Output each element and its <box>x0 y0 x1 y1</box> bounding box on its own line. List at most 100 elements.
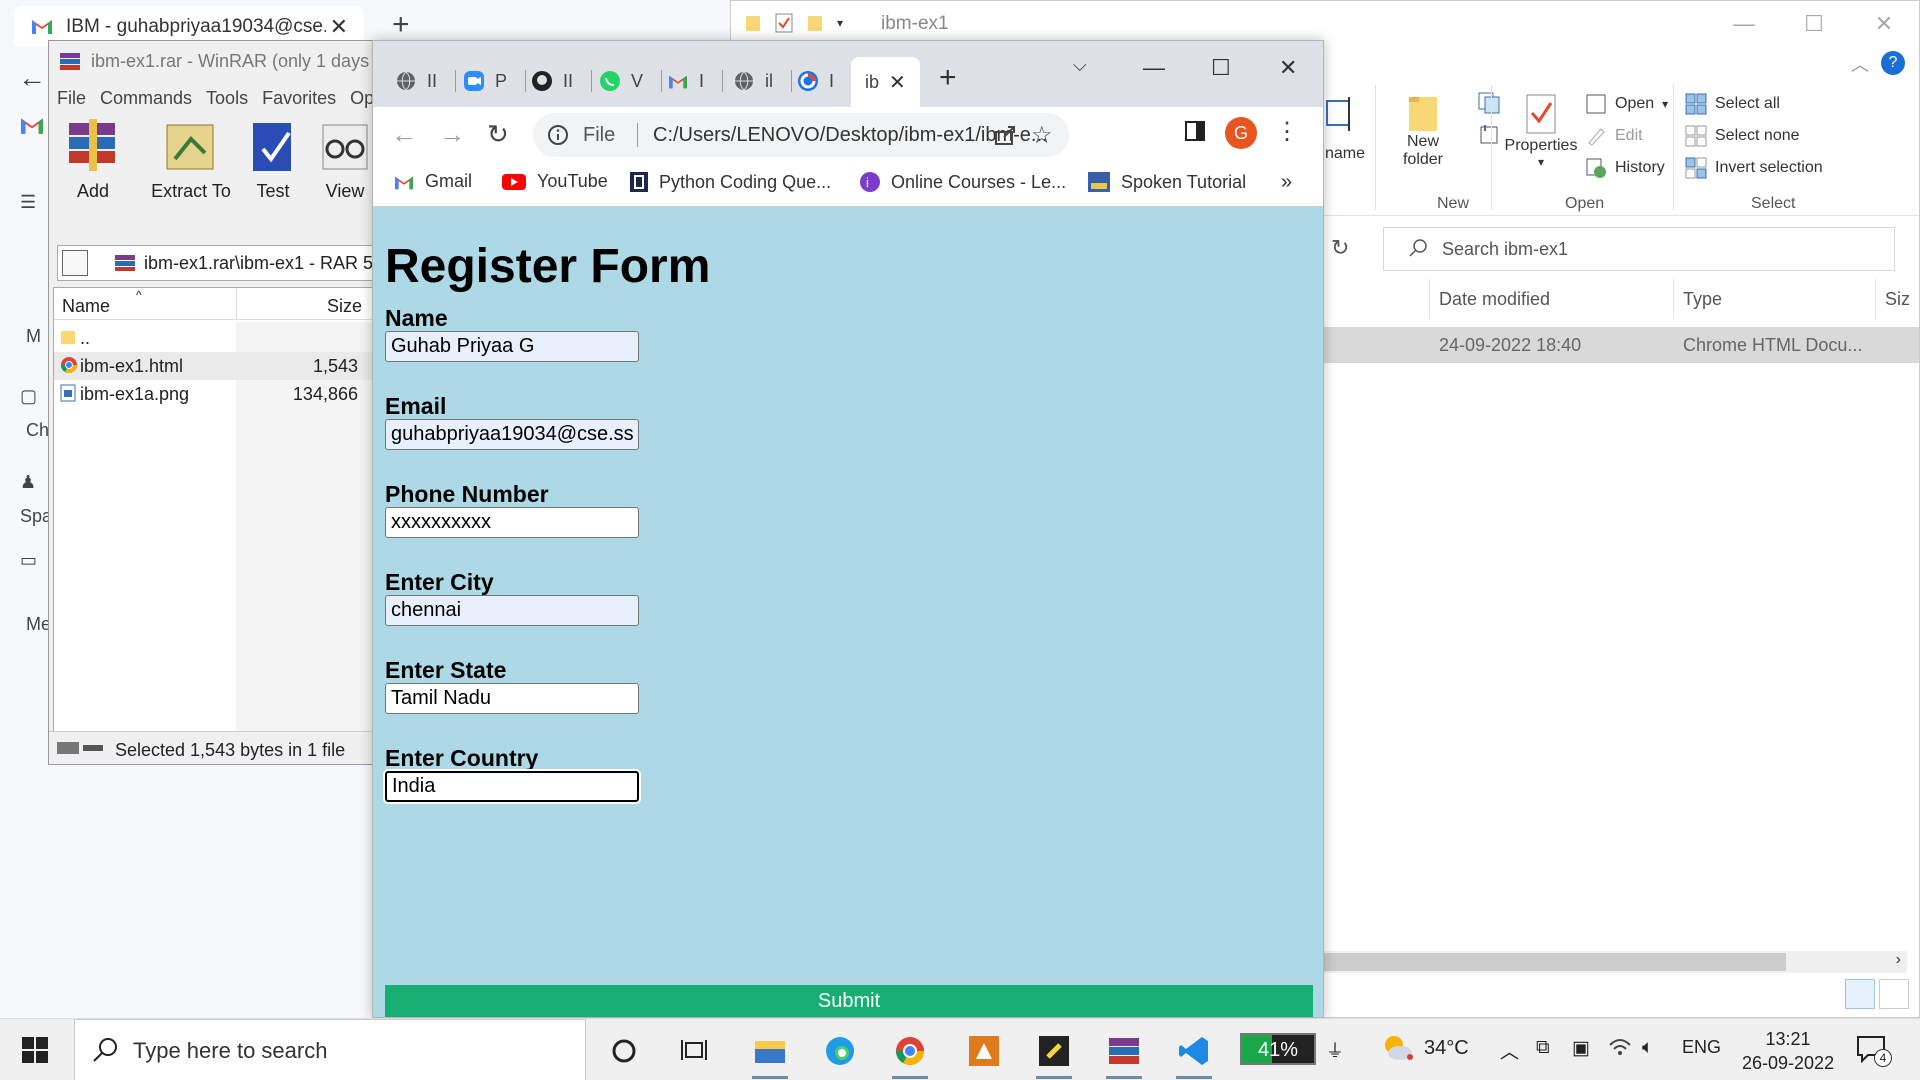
properties-quick-icon[interactable] <box>775 13 793 33</box>
bookmark-star-icon[interactable]: ☆ <box>1031 121 1053 150</box>
name-column-header[interactable]: Name <box>62 296 110 317</box>
tab-search-chevron-icon[interactable]: ⌵ <box>1073 55 1087 76</box>
display-icon[interactable]: ▣ <box>1572 1037 1590 1060</box>
tab-6[interactable]: il <box>733 63 792 99</box>
forward-arrow-icon[interactable]: → <box>439 119 465 150</box>
share-icon[interactable] <box>993 123 1017 147</box>
tab-2[interactable]: P <box>463 63 527 99</box>
meet-now-icon[interactable]: ⧉ <box>1536 1037 1550 1059</box>
maximize-icon[interactable]: ☐ <box>1779 1 1849 47</box>
sticky-notes-taskbar-icon[interactable] <box>1034 1031 1074 1079</box>
country-field[interactable] <box>383 769 641 804</box>
date-modified-header[interactable]: Date modified <box>1439 289 1550 310</box>
bookmark-online-courses[interactable]: i Online Courses - Le... <box>859 171 1066 193</box>
menu-file[interactable]: File <box>57 88 86 109</box>
minimize-icon[interactable]: — <box>1709 1 1779 47</box>
city-field[interactable] <box>385 595 639 626</box>
menu-tools[interactable]: Tools <box>206 88 248 109</box>
extract-to-button[interactable]: Extract To <box>141 119 241 202</box>
chevron-up-icon[interactable]: ︿ <box>1500 1037 1519 1064</box>
size-header[interactable]: Siz <box>1885 289 1910 310</box>
profile-avatar[interactable]: G <box>1225 117 1257 149</box>
maximize-icon[interactable]: ☐ <box>1211 55 1231 81</box>
type-header[interactable]: Type <box>1683 289 1722 310</box>
chrome-taskbar-icon[interactable] <box>890 1031 930 1079</box>
size-column-header[interactable]: Size <box>327 296 362 317</box>
submit-button[interactable]: Submit <box>385 985 1313 1017</box>
state-field[interactable] <box>385 683 639 714</box>
more-bookmarks-icon[interactable]: » <box>1281 171 1292 194</box>
winrar-path-bar[interactable]: ibm-ex1.rar\ibm-ex1 - RAR 5.0 <box>57 245 377 281</box>
open-dropdown-icon[interactable]: ▾ <box>1662 97 1668 111</box>
refresh-icon[interactable]: ↻ <box>1331 235 1349 261</box>
list-item[interactable]: .. <box>54 324 376 352</box>
new-folder-quick-icon[interactable] <box>807 13 823 33</box>
meet-icon[interactable]: ▭ <box>20 550 37 571</box>
large-icons-view-icon[interactable] <box>1879 979 1909 1009</box>
bookmark-spoken-tutorial[interactable]: Spoken Tutorial <box>1087 171 1246 193</box>
open-button[interactable]: Open ▾ <box>1585 93 1668 115</box>
tab-4[interactable]: V <box>599 63 663 99</box>
close-icon[interactable]: ✕ <box>1849 1 1919 47</box>
add-button[interactable]: Add <box>53 119 133 202</box>
windows-start-icon[interactable] <box>22 1037 48 1063</box>
side-panel-icon[interactable] <box>1183 119 1207 143</box>
rename-icon[interactable] <box>1325 93 1365 133</box>
winrar-taskbar-icon[interactable] <box>1104 1031 1144 1079</box>
taskbar-search-input[interactable]: Type here to search <box>74 1019 586 1080</box>
bookmark-youtube[interactable]: YouTube <box>501 171 608 192</box>
menu-icon[interactable]: ☰ <box>20 192 36 213</box>
edge-taskbar-icon[interactable] <box>820 1031 860 1071</box>
close-icon[interactable]: ✕ <box>1279 55 1297 81</box>
vscode-taskbar-icon[interactable] <box>1174 1031 1214 1079</box>
test-button[interactable]: Test <box>233 119 313 202</box>
chat-icon[interactable]: ▢ <box>20 386 37 407</box>
up-folder-icon[interactable] <box>62 250 88 276</box>
file-explorer-taskbar-icon[interactable] <box>750 1031 790 1079</box>
back-arrow-icon[interactable]: ← <box>18 62 46 94</box>
tab-7[interactable]: I <box>797 63 834 99</box>
properties-button[interactable]: Properties ▾ <box>1501 93 1581 169</box>
temperature-text[interactable]: 34°C <box>1424 1037 1469 1060</box>
email-field[interactable] <box>385 419 639 450</box>
bookmark-gmail[interactable]: Gmail <box>393 171 472 192</box>
collapse-ribbon-icon[interactable]: ︿ <box>1851 51 1869 77</box>
view-button[interactable]: View <box>305 119 377 202</box>
new-tab-button[interactable]: + <box>392 8 410 42</box>
rail-mail-label[interactable]: M <box>26 326 41 347</box>
new-folder-button[interactable]: New folder <box>1387 93 1459 169</box>
scroll-right-arrow-icon[interactable]: › <box>1896 951 1901 969</box>
tab-1[interactable]: II <box>395 63 457 99</box>
menu-favorites[interactable]: Favorites <box>262 88 336 109</box>
reload-icon[interactable]: ↻ <box>487 119 509 150</box>
bookmark-python[interactable]: Python Coding Que... <box>629 171 831 193</box>
close-tab-icon[interactable]: ✕ <box>889 70 906 95</box>
tab-5[interactable]: I <box>667 63 724 99</box>
site-info-icon[interactable] <box>547 124 569 146</box>
tab-3[interactable]: II <box>531 63 593 99</box>
battery-indicator[interactable]: 41% <box>1240 1033 1316 1065</box>
language-indicator[interactable]: ENG <box>1682 1037 1721 1058</box>
kebab-menu-icon[interactable]: ⋮ <box>1275 117 1299 146</box>
customize-quick-access-icon[interactable]: ▾ <box>837 16 843 30</box>
explorer-search-input[interactable]: Search ibm-ex1 <box>1383 227 1895 271</box>
help-icon[interactable]: ? <box>1881 51 1905 75</box>
orange-app-taskbar-icon[interactable] <box>964 1031 1004 1071</box>
address-bar[interactable]: File C:/Users/LENOVO/Desktop/ibm-ex1/ibm… <box>533 113 1069 157</box>
weather-icon[interactable] <box>1380 1033 1416 1063</box>
close-tab-icon[interactable]: ✕ <box>330 14 348 40</box>
invert-selection-button[interactable]: Invert selection <box>1685 157 1823 179</box>
spaces-icon[interactable]: ♟ <box>20 472 36 493</box>
rename-button-label[interactable]: name <box>1325 145 1365 163</box>
select-none-button[interactable]: Select none <box>1685 125 1800 147</box>
wifi-icon[interactable] <box>1608 1037 1632 1057</box>
details-view-icon[interactable] <box>1845 979 1875 1009</box>
cortana-icon[interactable] <box>604 1031 644 1071</box>
menu-commands[interactable]: Commands <box>100 88 192 109</box>
phone-field[interactable] <box>385 507 639 538</box>
name-field[interactable] <box>385 331 639 362</box>
rail-chat-label[interactable]: Ch <box>26 420 49 441</box>
notification-center-icon[interactable]: 4 <box>1856 1035 1892 1067</box>
history-button[interactable]: History <box>1585 157 1665 179</box>
new-tab-button[interactable]: + <box>939 61 957 95</box>
